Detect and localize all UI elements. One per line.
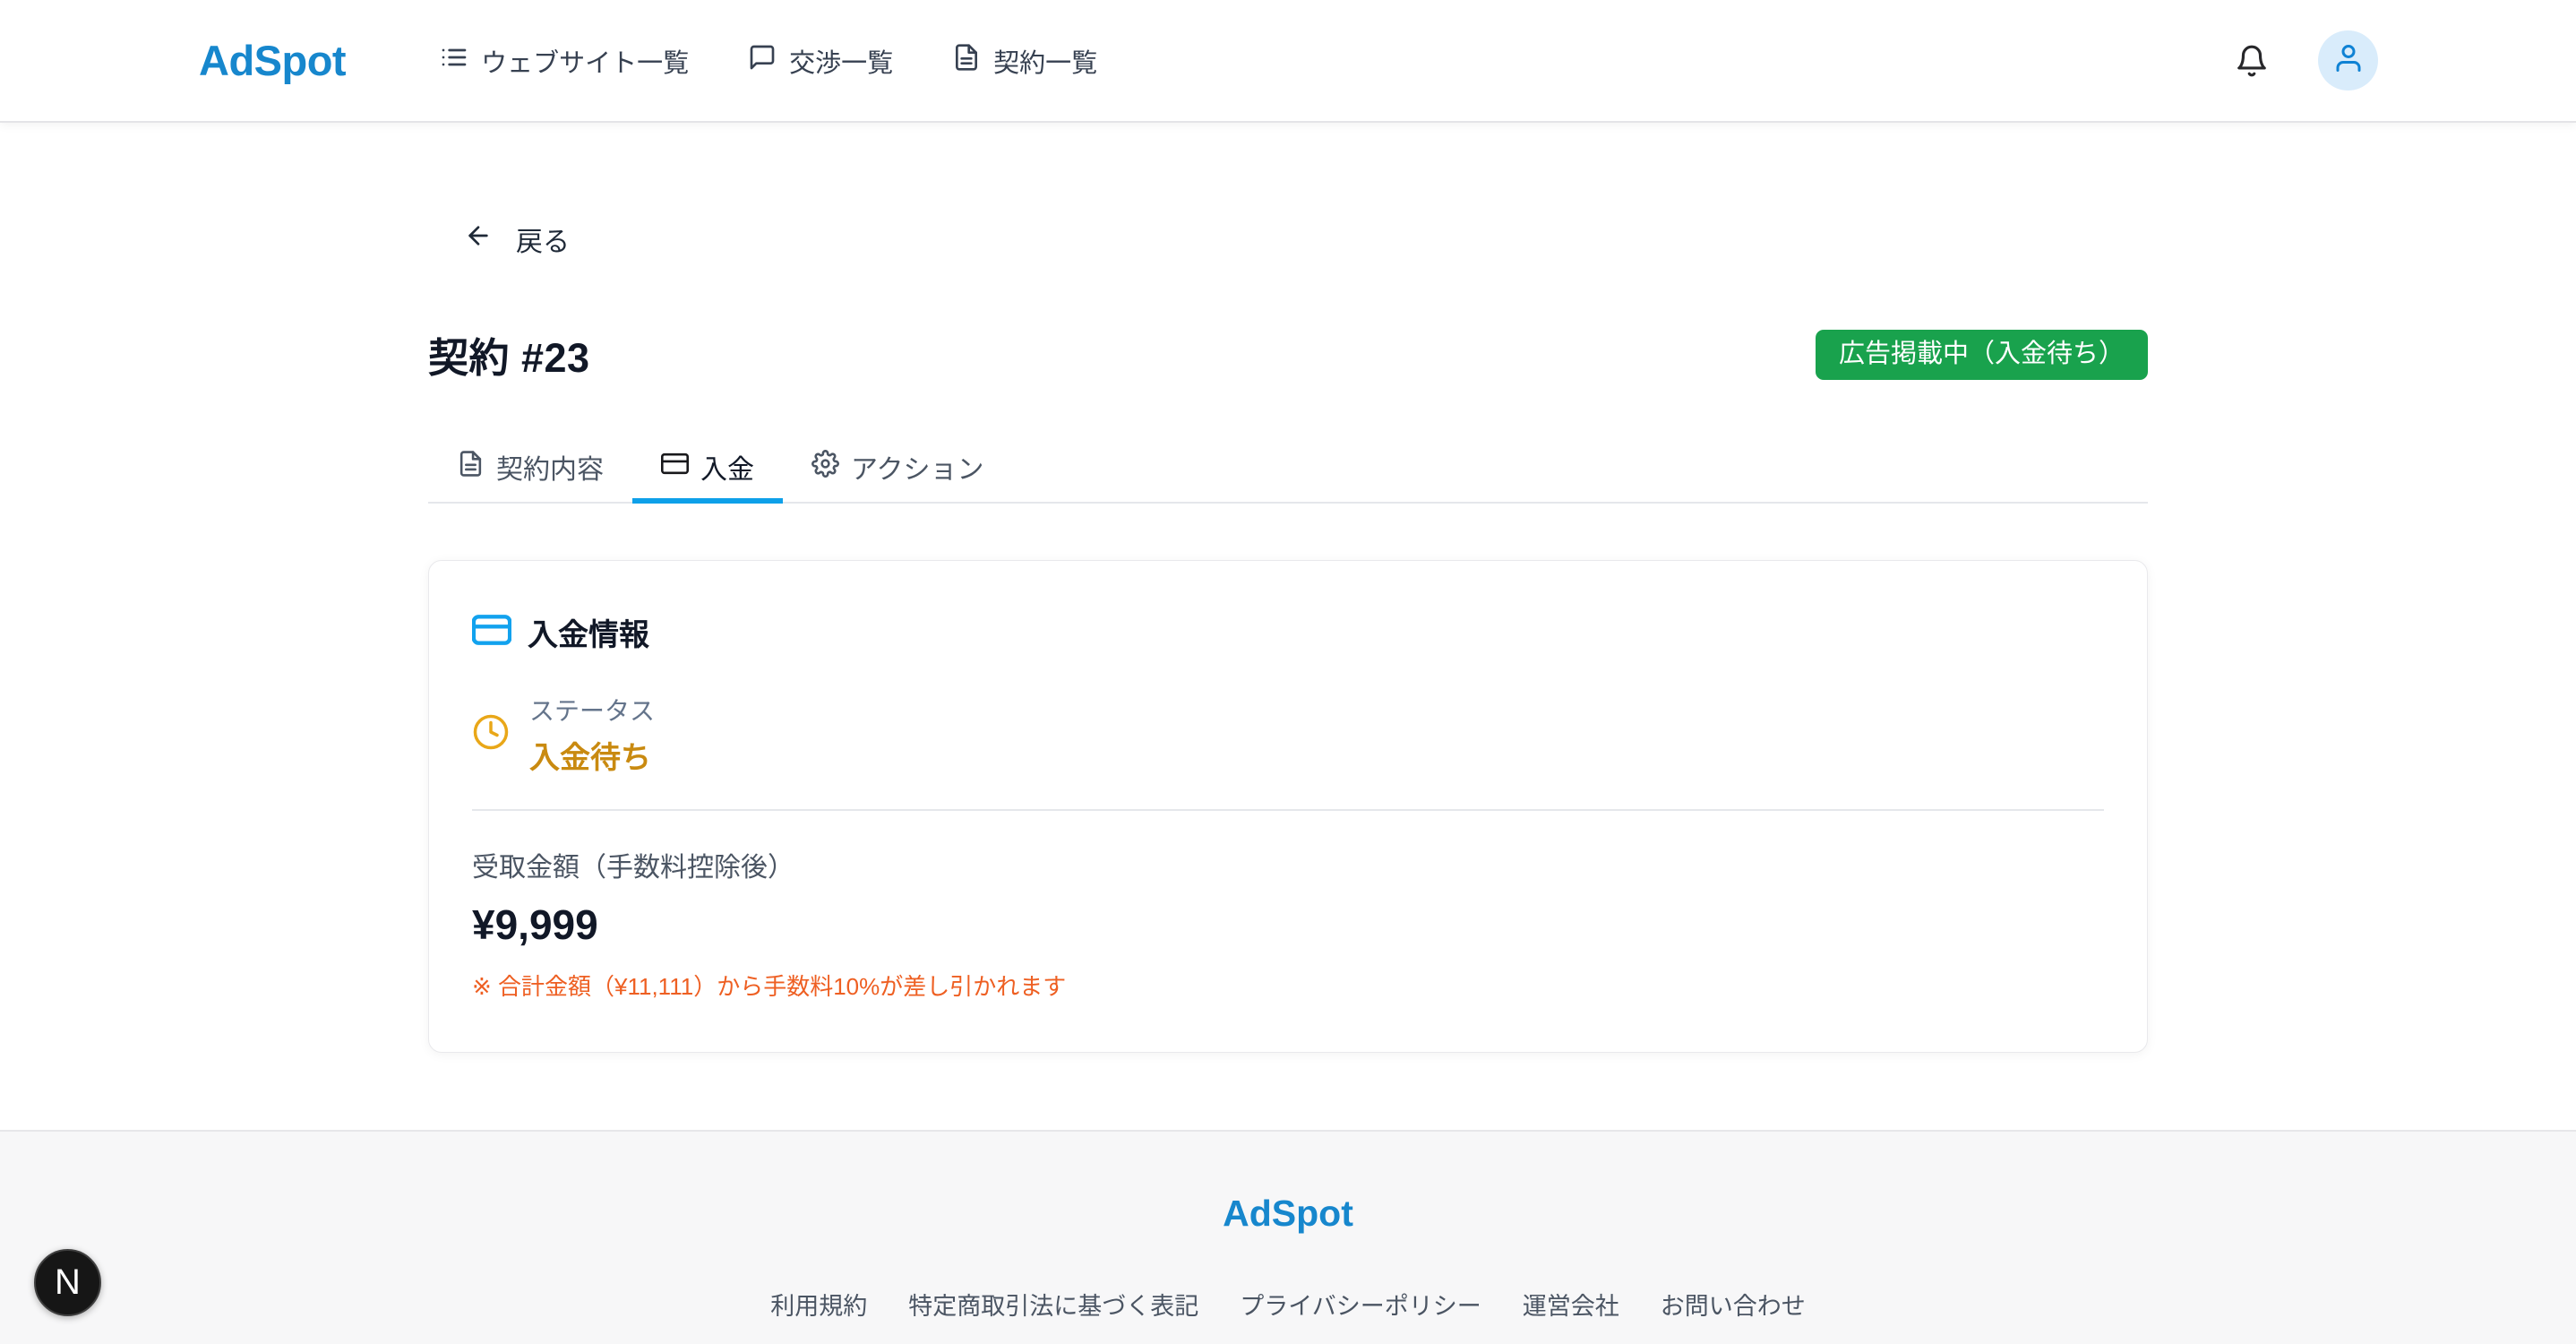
nextjs-dev-badge[interactable]: N (34, 1249, 101, 1316)
bell-icon[interactable] (2235, 44, 2269, 78)
document-icon (952, 43, 981, 79)
nav-item-label: 交渉一覧 (789, 42, 893, 80)
nav-item-label: 契約一覧 (993, 42, 1097, 80)
credit-card-icon (661, 450, 689, 485)
tab-label: アクション (851, 447, 984, 487)
header-actions (2235, 30, 2378, 90)
fee-note: ※ 合計金額（¥11,111）から手数料10%が差し引かれます (472, 969, 2104, 1002)
tab-label: 入金 (700, 447, 754, 487)
footer-link-contact[interactable]: お問い合わせ (1661, 1287, 1806, 1322)
nav-item-negotiations[interactable]: 交渉一覧 (748, 42, 893, 80)
tab-actions[interactable]: アクション (783, 435, 1013, 504)
payment-info-card: 入金情報 ステータス 入金待ち 受取金額（手数料控除後） ¥9,999 ※ 合計… (428, 560, 2148, 1053)
amount-value: ¥9,999 (472, 900, 2104, 949)
title-row: 契約 #23 広告掲載中（入金待ち） (428, 325, 2148, 383)
header: AdSpot ウェブサイト一覧 交渉一覧 契約一覧 (0, 0, 2576, 123)
page-title: 契約 #23 (428, 325, 590, 383)
status-value: 入金待ち (529, 733, 655, 777)
main-content: 戻る 契約 #23 広告掲載中（入金待ち） 契約内容 入金 アクション 入金 (0, 123, 2576, 1130)
status-label: ステータス (529, 692, 655, 728)
footer-link-privacy[interactable]: プライバシーポリシー (1240, 1287, 1481, 1322)
tab-payment[interactable]: 入金 (632, 435, 783, 504)
credit-card-icon (472, 610, 511, 654)
list-icon (440, 43, 468, 79)
app-logo[interactable]: AdSpot (199, 36, 346, 85)
nav-item-contracts[interactable]: 契約一覧 (952, 42, 1097, 80)
user-avatar[interactable] (2318, 30, 2378, 90)
chat-icon (748, 43, 777, 79)
main-nav: ウェブサイト一覧 交渉一覧 契約一覧 (440, 42, 1097, 80)
document-icon (457, 450, 485, 485)
gear-icon (811, 450, 839, 485)
status-badge: 広告掲載中（入金待ち） (1816, 330, 2148, 380)
footer-link-commercial-law[interactable]: 特定商取引法に基づく表記 (908, 1287, 1198, 1322)
amount-label: 受取金額（手数料控除後） (472, 845, 2104, 884)
card-divider (472, 809, 2104, 811)
footer-logo[interactable]: AdSpot (1223, 1193, 1353, 1235)
user-icon (2332, 42, 2365, 79)
card-title: 入金情報 (528, 610, 649, 654)
clock-icon (472, 713, 510, 755)
tab-contract-details[interactable]: 契約内容 (428, 435, 632, 504)
footer-link-terms[interactable]: 利用規約 (770, 1287, 867, 1322)
tab-bar: 契約内容 入金 アクション (428, 435, 2148, 504)
footer-link-company[interactable]: 運営会社 (1523, 1287, 1619, 1322)
footer: AdSpot 利用規約 特定商取引法に基づく表記 プライバシーポリシー 運営会社… (0, 1130, 2576, 1344)
payment-status-block: ステータス 入金待ち (472, 692, 2104, 777)
nav-item-websites[interactable]: ウェブサイト一覧 (440, 42, 689, 80)
arrow-left-icon (464, 221, 493, 257)
card-header: 入金情報 (472, 610, 2104, 654)
tab-label: 契約内容 (496, 447, 604, 487)
back-label: 戻る (516, 220, 570, 259)
footer-links: 利用規約 特定商取引法に基づく表記 プライバシーポリシー 運営会社 お問い合わせ (200, 1287, 2376, 1322)
nav-item-label: ウェブサイト一覧 (481, 42, 689, 80)
back-button[interactable]: 戻る (464, 220, 570, 259)
